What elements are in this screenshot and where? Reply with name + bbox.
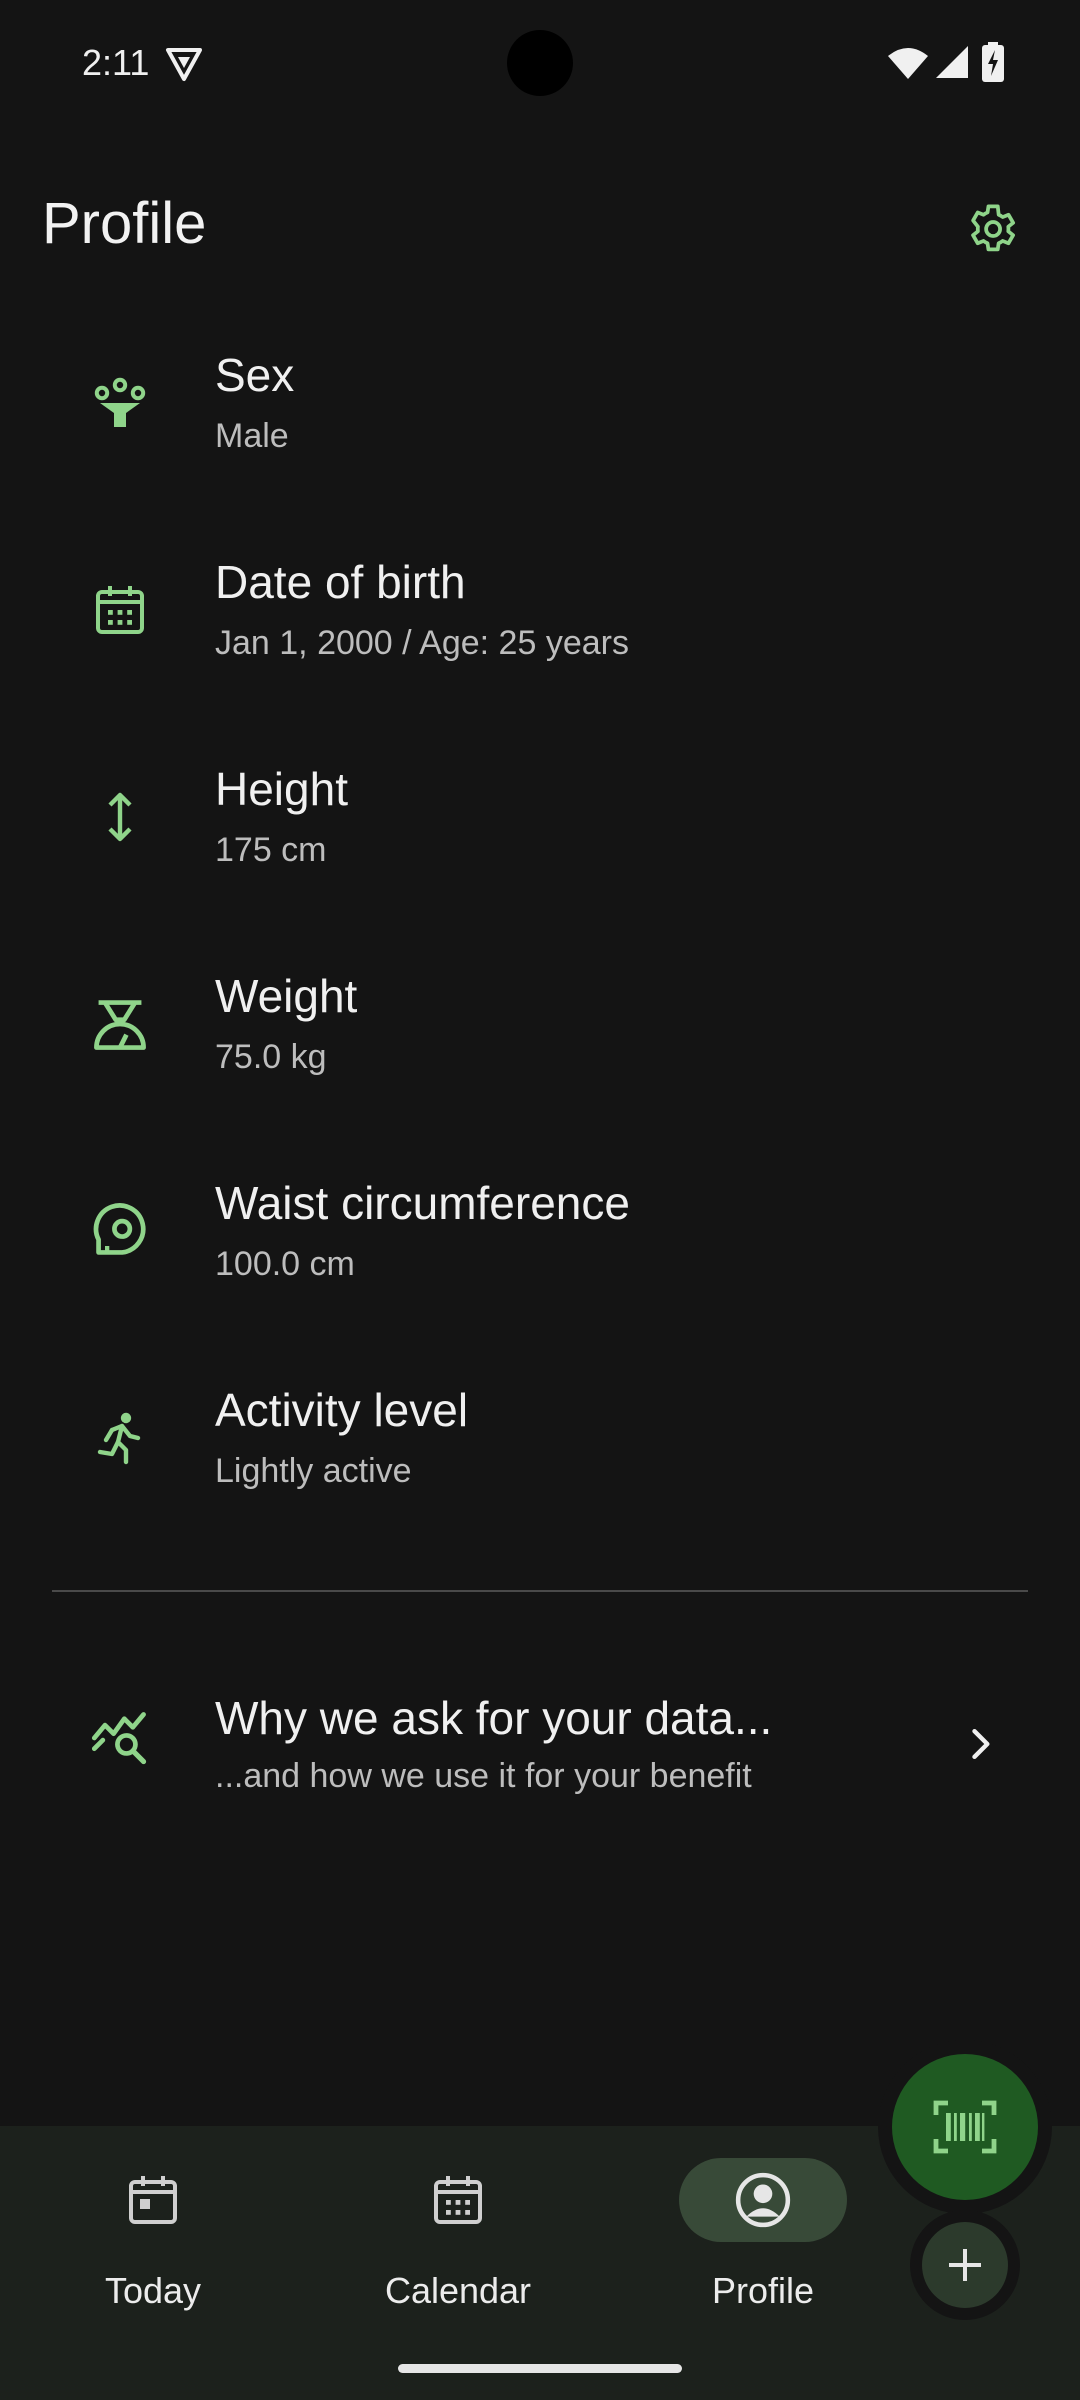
calendar-today-icon bbox=[129, 2176, 177, 2224]
nav-item-profile[interactable]: Profile bbox=[613, 2126, 913, 2356]
divider bbox=[52, 1590, 1028, 1592]
camera-cutout bbox=[507, 30, 573, 96]
item-value: Male bbox=[215, 417, 289, 455]
item-title: Height bbox=[215, 763, 348, 815]
list-item-date-of-birth[interactable]: Date of birth Jan 1, 2000 / Age: 25 year… bbox=[0, 507, 1080, 714]
nav-item-calendar[interactable]: Calendar bbox=[308, 2126, 608, 2356]
battery-charging-icon bbox=[982, 42, 1004, 82]
item-title: Weight bbox=[215, 970, 358, 1022]
scan-barcode-button[interactable] bbox=[892, 2054, 1038, 2200]
barcode-scan-icon bbox=[933, 2100, 997, 2154]
plus-icon bbox=[949, 2249, 981, 2281]
list-item-weight[interactable]: Weight 75.0 kg bbox=[0, 921, 1080, 1128]
chevron-right-icon bbox=[972, 1728, 990, 1760]
profile-list: Sex Male Date of birth Jan 1, 2000 / Age… bbox=[0, 300, 1080, 1542]
vpn-shield-icon bbox=[166, 48, 202, 81]
item-value: 75.0 kg bbox=[215, 1038, 327, 1076]
scale-icon bbox=[94, 1000, 146, 1050]
calendar-icon bbox=[96, 586, 144, 634]
calendar-icon bbox=[434, 2176, 482, 2224]
running-person-icon bbox=[97, 1412, 141, 1465]
measuring-tape-icon bbox=[93, 1203, 146, 1255]
nav-active-indicator bbox=[679, 2158, 847, 2242]
nav-label-today: Today bbox=[104, 2270, 202, 2311]
list-item-waist-circumference[interactable]: Waist circumference 100.0 cm bbox=[0, 1128, 1080, 1335]
settings-button[interactable] bbox=[958, 196, 1024, 262]
wifi-icon bbox=[888, 48, 928, 79]
list-item-activity-level[interactable]: Activity level Lightly active bbox=[0, 1335, 1080, 1542]
item-title: Activity level bbox=[215, 1384, 469, 1436]
info-subtitle: ...and how we use it for your benefit bbox=[215, 1757, 752, 1795]
nav-label-profile: Profile bbox=[711, 2270, 815, 2311]
item-title: Waist circumference bbox=[215, 1177, 630, 1229]
nav-item-today[interactable]: Today bbox=[3, 2126, 303, 2356]
nav-label-calendar: Calendar bbox=[384, 2270, 532, 2311]
gender-icon bbox=[94, 377, 146, 427]
profile-screen: 2:11 Profile Sex Male Date of birth Jan … bbox=[0, 0, 1080, 2400]
page-title: Profile bbox=[42, 191, 207, 256]
status-bar: 2:11 bbox=[0, 0, 1080, 130]
why-we-ask-row[interactable]: Why we ask for your data... ...and how w… bbox=[0, 1660, 1080, 1820]
home-indicator[interactable] bbox=[398, 2364, 682, 2373]
list-item-sex[interactable]: Sex Male bbox=[0, 300, 1080, 507]
item-title: Date of birth bbox=[215, 556, 466, 608]
add-entry-button[interactable] bbox=[922, 2222, 1008, 2308]
height-arrows-icon bbox=[108, 792, 132, 842]
list-item-height[interactable]: Height 175 cm bbox=[0, 714, 1080, 921]
chart-search-icon bbox=[91, 1712, 147, 1765]
item-value: 100.0 cm bbox=[215, 1245, 355, 1283]
signal-icon bbox=[936, 46, 968, 78]
info-title: Why we ask for your data... bbox=[215, 1692, 773, 1744]
status-time: 2:11 bbox=[82, 42, 150, 83]
gear-icon bbox=[971, 204, 1016, 252]
account-circle-icon bbox=[735, 2172, 791, 2228]
item-value: Jan 1, 2000 / Age: 25 years bbox=[215, 624, 629, 662]
item-value: 175 cm bbox=[215, 831, 327, 869]
item-title: Sex bbox=[215, 349, 295, 401]
item-value: Lightly active bbox=[215, 1452, 412, 1490]
